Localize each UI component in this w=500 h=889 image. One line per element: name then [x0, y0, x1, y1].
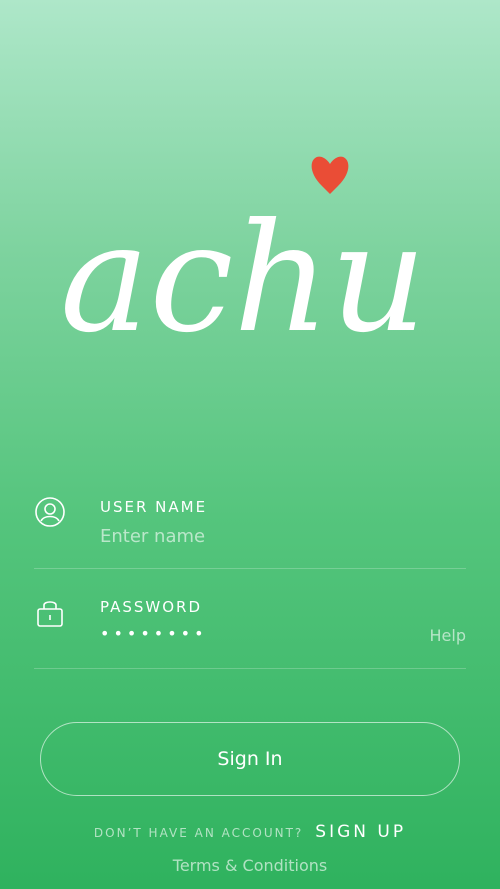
sign-in-button[interactable]: Sign In: [40, 722, 460, 796]
sign-up-link[interactable]: SIGN UP: [315, 822, 406, 842]
username-input[interactable]: [100, 522, 400, 550]
username-label: USER NAME: [100, 498, 208, 516]
user-circle-icon: [35, 497, 65, 527]
help-link[interactable]: Help: [430, 626, 466, 645]
logo-wordmark: achu: [60, 192, 427, 360]
sign-up-row: DON’T HAVE AN ACCOUNT? SIGN UP: [0, 822, 500, 842]
password-divider: [34, 668, 466, 669]
username-divider: [34, 568, 466, 569]
achu-logo: achu: [60, 156, 427, 360]
terms-link[interactable]: Terms & Conditions: [0, 856, 500, 875]
password-input[interactable]: ••••••••: [100, 624, 208, 643]
heart-icon: [311, 156, 349, 194]
lock-icon: [37, 601, 63, 627]
no-account-prompt: DON’T HAVE AN ACCOUNT?: [93, 826, 304, 840]
login-screen: achu USER NAME PASSWORD •••••••• Help Si…: [0, 0, 500, 889]
password-label: PASSWORD: [100, 598, 203, 616]
